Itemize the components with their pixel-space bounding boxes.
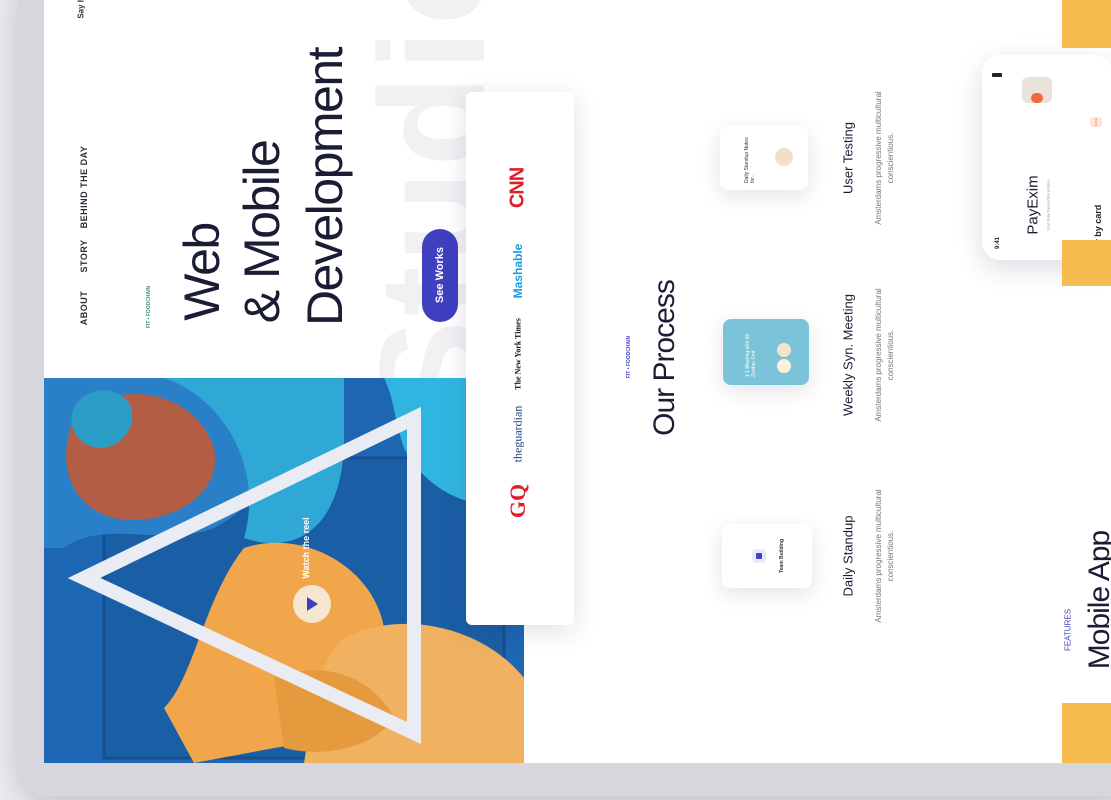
hero-title-line1: Web xyxy=(174,223,230,321)
phone-subtitle: Your daily transaction partner xyxy=(1045,179,1051,231)
signal-icon xyxy=(992,73,1002,77)
header-tagline[interactable]: Say h xyxy=(77,0,86,19)
logo-new-york-times: The New York Times xyxy=(513,318,523,390)
features-eyebrow: FEATURES xyxy=(1063,608,1073,652)
see-works-label: See Works xyxy=(434,246,446,304)
mural-artwork xyxy=(44,378,524,763)
calendar-icon xyxy=(752,549,766,563)
chip: Ad Nu xyxy=(1090,117,1102,127)
logo-mashable: Mashable xyxy=(511,243,525,299)
nav-item-behind-the-day[interactable]: BEHIND THE DAY xyxy=(79,146,89,229)
logo-gq: GQ xyxy=(505,483,530,519)
step-card-label: Daily Standup Notes for.. xyxy=(744,137,756,183)
step-card-user-testing[interactable]: Daily Standup Notes for.. xyxy=(720,126,808,190)
step-card-daily-standup[interactable]: Team Building xyxy=(722,524,812,588)
step-card-label: Team Building xyxy=(779,538,785,574)
step-card-label: 1:1 Meeting with Mr. Zordan Smt xyxy=(745,332,757,377)
logo-cnn: CNN xyxy=(506,167,529,209)
website-mockup: Say h ABOUT STORY BEHIND THE DAY Studio … xyxy=(44,0,1111,763)
nav-item-story[interactable]: STORY xyxy=(79,239,89,272)
step-title-daily-standup: Daily Standup xyxy=(840,515,856,597)
yellow-block-top xyxy=(1062,0,1111,48)
process-eyebrow: FIT • FOODCHAIN xyxy=(626,335,632,379)
yellow-block-bottom xyxy=(1062,703,1111,763)
avatar xyxy=(777,343,791,357)
features-title: Mobile App xyxy=(1083,530,1111,670)
step-title-user-testing: User Testing xyxy=(840,121,856,195)
hero-mural-image: Watch the reel xyxy=(44,378,524,763)
step-card-weekly[interactable]: 1:1 Meeting with Mr. Zordan Smt xyxy=(723,319,809,385)
phone-mockup: 9:41 PayExim Your daily transaction part… xyxy=(982,55,1111,260)
nav-item-about[interactable]: ABOUT xyxy=(79,291,89,326)
logo-guardian: theguardian xyxy=(510,405,525,463)
press-logos-card: GQ theguardian The New York Times Mashab… xyxy=(466,92,574,625)
hero-title-line2: & Mobile xyxy=(234,140,290,324)
see-works-button[interactable]: See Works xyxy=(422,229,458,322)
watch-reel-caption[interactable]: Watch the reel xyxy=(301,517,311,578)
step-desc-daily-standup: Amsterdams progressive multicultural con… xyxy=(874,489,895,623)
phone-app-name: PayExim xyxy=(1024,175,1042,235)
avatar xyxy=(775,148,793,166)
step-desc-weekly: Amsterdams progressive multicultural con… xyxy=(874,288,895,422)
step-desc-user-testing: Amsterdams progressive multicultural con… xyxy=(874,91,895,225)
yellow-block-middle xyxy=(1062,240,1111,286)
avatar xyxy=(777,359,791,373)
hero-eyebrow: FIT • FOODCHAIN xyxy=(146,285,152,329)
hero-title-line3: Development xyxy=(297,47,353,327)
step-title-weekly: Weekly Syn. Meeting xyxy=(840,294,856,416)
phone-time: 9:41 xyxy=(995,236,1001,250)
notification-badge xyxy=(1031,93,1043,103)
process-title: Our Process xyxy=(648,280,681,436)
